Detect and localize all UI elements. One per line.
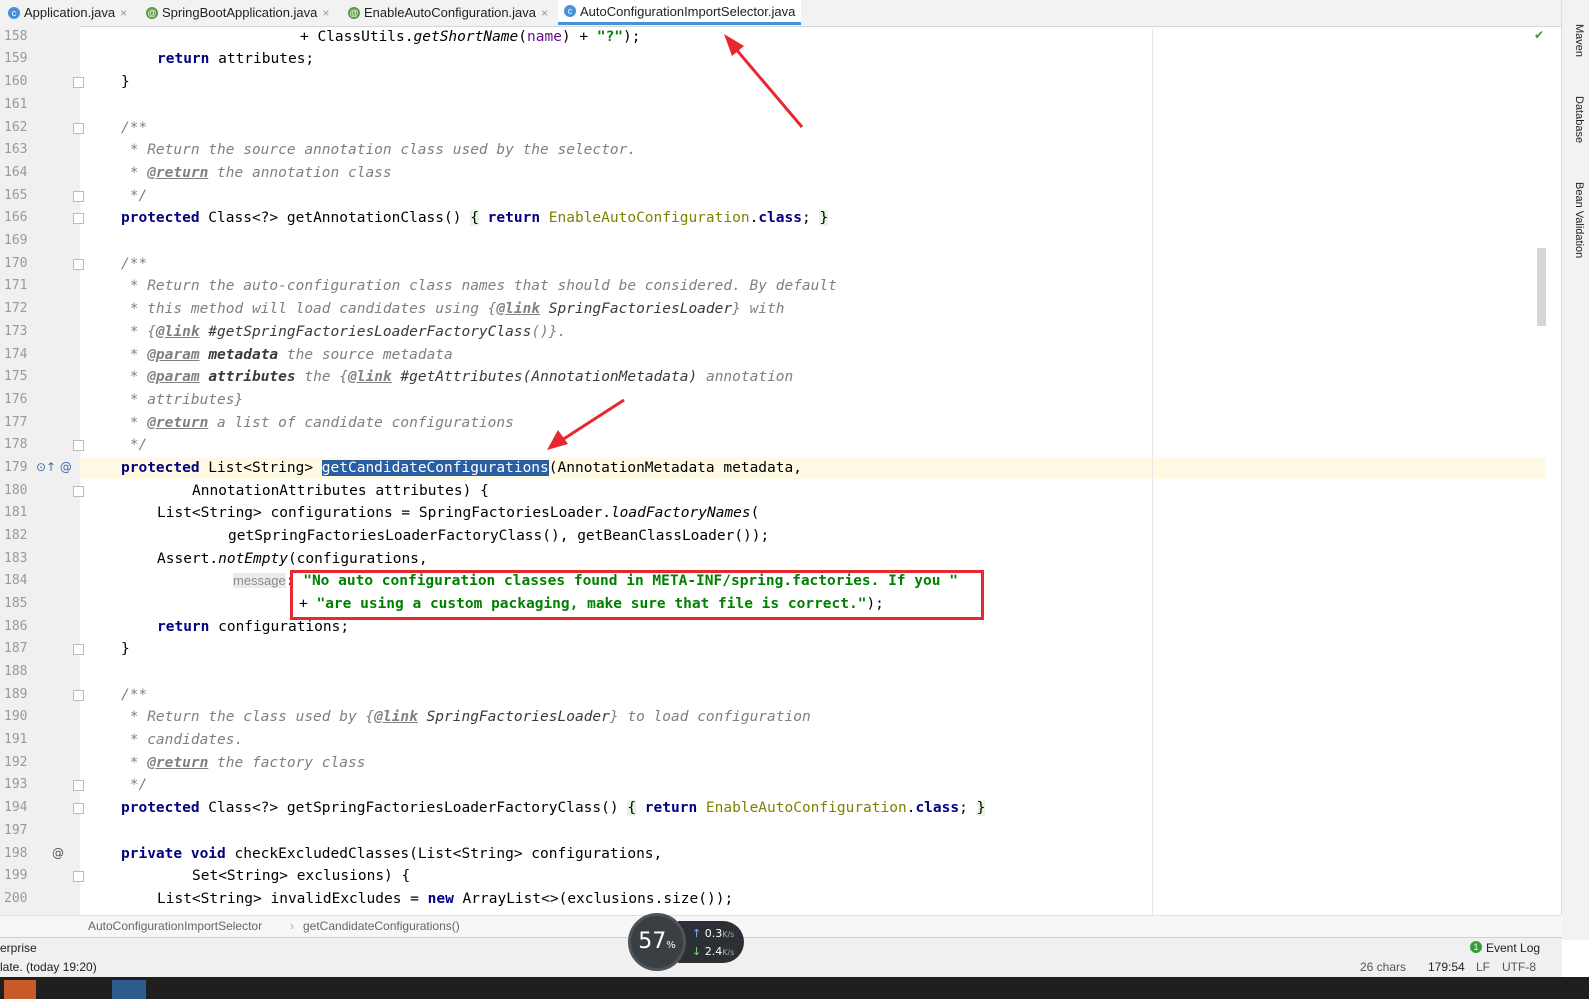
- download-unit: K/s: [722, 948, 735, 957]
- download-arrow-icon: ↓: [692, 945, 702, 958]
- usage-percent-sign: %: [666, 940, 676, 951]
- taskbar-app-icon[interactable]: [112, 980, 146, 999]
- selection-chars: 26 chars: [1360, 960, 1407, 974]
- file-encoding[interactable]: UTF-8: [1502, 960, 1536, 974]
- breadcrumb: AutoConfigurationImportSelector › getCan…: [0, 915, 1562, 938]
- caret-position[interactable]: 179:54: [1428, 960, 1465, 974]
- event-log-button[interactable]: Event Log: [1486, 941, 1540, 955]
- os-taskbar: [0, 977, 1589, 999]
- taskbar-app-icon[interactable]: [4, 980, 36, 999]
- upload-speed: 0.3: [704, 927, 723, 940]
- status-bar: erprise late. (today 19:20) 1 Event Log …: [0, 937, 1562, 978]
- status-message: late. (today 19:20): [0, 960, 97, 974]
- usage-gauge[interactable]: 57%: [628, 913, 686, 971]
- download-speed: 2.4: [704, 945, 723, 958]
- line-separator[interactable]: LF: [1476, 960, 1490, 974]
- usage-percent: 57: [638, 929, 667, 954]
- annotation-arrows: [547, 34, 804, 450]
- arrow-to-method: [547, 398, 625, 450]
- breadcrumb-class[interactable]: AutoConfigurationImportSelector: [88, 919, 262, 933]
- network-monitor-widget: ↑ 0.3K/s ↓ 2.4K/s 57%: [628, 913, 744, 971]
- upload-unit: K/s: [722, 930, 735, 939]
- event-log-icon: 1: [1470, 941, 1482, 953]
- status-tool-label[interactable]: erprise: [0, 941, 37, 955]
- breadcrumb-separator-icon: ›: [290, 919, 294, 933]
- speed-panel: ↑ 0.3K/s ↓ 2.4K/s: [678, 921, 744, 963]
- upload-arrow-icon: ↑: [692, 927, 702, 940]
- breadcrumb-method[interactable]: getCandidateConfigurations(): [303, 919, 460, 933]
- arrow-to-tab: [724, 34, 804, 128]
